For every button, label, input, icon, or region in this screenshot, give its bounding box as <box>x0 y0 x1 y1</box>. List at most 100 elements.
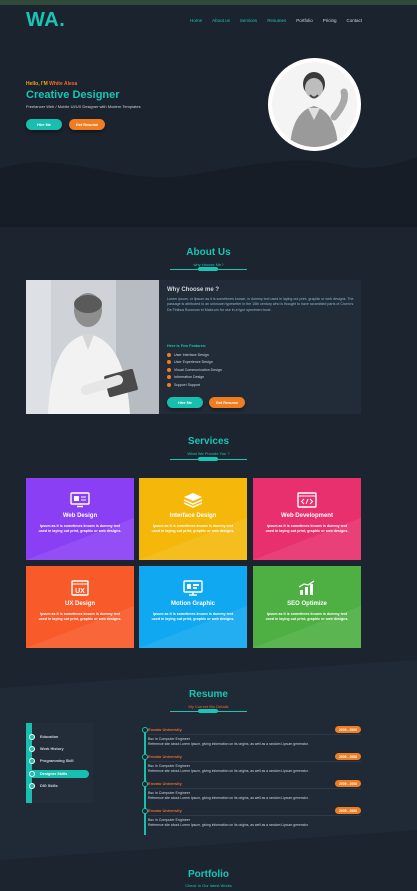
service-text: Ipsum as it is sometimes known is dummy … <box>151 612 235 621</box>
card-shine <box>253 606 361 648</box>
work-icon <box>29 746 35 752</box>
resume-tabs: Education Work History Programming Skill… <box>26 723 93 803</box>
education-icon <box>29 734 35 740</box>
nav-resumes[interactable]: Resumes <box>267 18 286 23</box>
feature-item: Support Support <box>167 381 222 389</box>
tab-designer-skills[interactable]: Designer Skills <box>29 770 89 778</box>
site-logo[interactable]: WA. <box>26 9 65 32</box>
code-icon <box>29 758 35 764</box>
about-underline <box>170 267 247 273</box>
feature-item: Visual Communication Design <box>167 366 222 374</box>
service-text: Ipsum as it is sometimes known is dummy … <box>265 524 349 533</box>
timeline-entry: Envato University 2009 - 2008 Bsc in Com… <box>142 780 361 809</box>
hero-portrait <box>268 58 361 151</box>
bar-chart-icon <box>298 580 315 595</box>
feature-label: Information Design <box>174 375 205 380</box>
about-title: About Us <box>186 247 231 258</box>
service-card-interface-design[interactable]: Interface Design Ipsum as it is sometime… <box>139 478 247 560</box>
service-text: Ipsum as it is sometimes known is dummy … <box>265 612 349 621</box>
entry-description: Reference site about Lorem Ipsum, giving… <box>148 769 309 773</box>
portfolio-title: Portfolio <box>187 869 230 880</box>
nav-services[interactable]: Services <box>240 18 257 23</box>
tab-label: Education <box>40 735 59 739</box>
entry-date-badge: 2009 - 2008 <box>335 807 361 814</box>
timeline-entry: Envato University 2009 - 2008 Bsc in Com… <box>142 753 361 782</box>
tab-label: DIG Skills <box>40 784 58 788</box>
ux-icon: UX <box>71 580 89 596</box>
service-text: Ipsum as it is sometimes known is dummy … <box>151 524 235 533</box>
tab-work-history[interactable]: Work History <box>29 745 89 753</box>
timeline-entry: Envato University 2009 - 2008 Bsc in Com… <box>142 726 361 755</box>
hero-hire-button[interactable]: Hire Me <box>26 119 62 130</box>
hero-wave-shape <box>0 157 417 227</box>
services-subtitle: What We Provide You ? <box>187 451 230 456</box>
service-card-seo-optimize[interactable]: SEO Optimize Ipsum as it is sometimes kn… <box>253 566 361 648</box>
hero-section: Hello, I'M White Alexa Creative Designer… <box>0 37 417 227</box>
service-title: Motion Graphic <box>171 601 215 607</box>
card-shine <box>26 518 134 560</box>
skills-icon <box>29 783 35 789</box>
about-paragraph: Lorem ipsum, or lipsum as it is sometime… <box>167 297 354 312</box>
feature-label: Visual Communication Design <box>174 367 222 372</box>
man-with-tablet-icon <box>26 280 159 414</box>
service-title: Web Design <box>62 513 98 519</box>
nav-portfolio[interactable]: Portfolio <box>296 18 313 23</box>
entry-degree: Bsc in Computer Engineer <box>148 818 190 822</box>
card-shine <box>253 518 361 560</box>
resume-underline <box>170 709 247 715</box>
bullet-icon <box>167 352 171 357</box>
service-card-motion-graphic[interactable]: Motion Graphic Ipsum as it is sometimes … <box>139 566 247 648</box>
entry-date-badge: 2009 - 2008 <box>335 726 361 733</box>
design-icon <box>29 771 35 777</box>
greeting-prefix: Hello, I'M <box>26 81 48 87</box>
web-design-icon <box>70 492 90 508</box>
site-header: WA. Home About us Services Resumes Portf… <box>0 5 417 37</box>
hero-title: Creative Designer <box>26 89 120 101</box>
nav-home[interactable]: Home <box>190 18 202 23</box>
resume-title: Resume <box>189 689 228 700</box>
service-card-web-development[interactable]: Web Development Ipsum as it is sometimes… <box>253 478 361 560</box>
entry-school: Envato University <box>148 754 182 759</box>
about-hire-button[interactable]: Hire Me <box>167 397 203 408</box>
feature-label: User Experience Design <box>174 360 213 365</box>
person-portrait-icon <box>272 62 357 147</box>
entry-divider <box>148 734 361 735</box>
tab-label: Designer Skills <box>40 772 68 776</box>
entry-date-badge: 2009 - 2008 <box>335 780 361 787</box>
service-title: Interface Design <box>169 513 217 519</box>
service-card-ux-design[interactable]: UX UX Design Ipsum as it is sometimes kn… <box>26 566 134 648</box>
bullet-icon <box>167 375 171 380</box>
hero-subtitle: Freelancer Web / Mobile UI/UX Designer w… <box>26 104 141 109</box>
main-nav: Home About us Services Resumes Portfolio… <box>190 18 362 23</box>
nav-pricing[interactable]: Pricing <box>323 18 337 23</box>
service-text: Ipsum as it is sometimes known is dummy … <box>38 612 122 621</box>
svg-text:UX: UX <box>75 588 85 595</box>
about-heading: Why Choose me ? <box>167 287 220 293</box>
resume-timeline: Envato University 2009 - 2008 Bsc in Com… <box>142 726 361 836</box>
tab-programming-skill[interactable]: Programming Skill <box>29 757 89 765</box>
entry-date-badge: 2009 - 2008 <box>335 753 361 760</box>
service-card-web-design[interactable]: Web Design Ipsum as it is sometimes know… <box>26 478 134 560</box>
service-title: Web Development <box>281 513 333 519</box>
services-underline <box>170 457 247 463</box>
monitor-icon <box>183 580 203 596</box>
entry-description: Reference site about Lorem Ipsum, giving… <box>148 823 309 827</box>
timeline-entry: Envato University 2009 - 2008 Bsc in Com… <box>142 807 361 836</box>
feature-label: Support Support <box>174 382 201 387</box>
feature-item: User Interface Design <box>167 351 222 359</box>
nav-about[interactable]: About us <box>212 18 230 23</box>
hero-resume-button[interactable]: Get Resume <box>69 119 105 130</box>
features-list: User Interface Design User Experience De… <box>167 351 222 389</box>
card-shine <box>139 518 247 560</box>
nav-contact[interactable]: Contact <box>346 18 362 23</box>
bullet-icon <box>167 367 171 372</box>
tab-dig-skills[interactable]: DIG Skills <box>29 782 89 790</box>
about-photo <box>26 280 159 414</box>
entry-description: Reference site about Lorem Ipsum, giving… <box>148 796 309 800</box>
service-title: SEO Optimize <box>287 601 327 607</box>
entry-school: Envato University <box>148 808 182 813</box>
about-resume-button[interactable]: Get Resume <box>209 397 245 408</box>
tab-education[interactable]: Education <box>29 733 89 741</box>
entry-divider <box>148 815 361 816</box>
bullet-icon <box>167 382 171 387</box>
